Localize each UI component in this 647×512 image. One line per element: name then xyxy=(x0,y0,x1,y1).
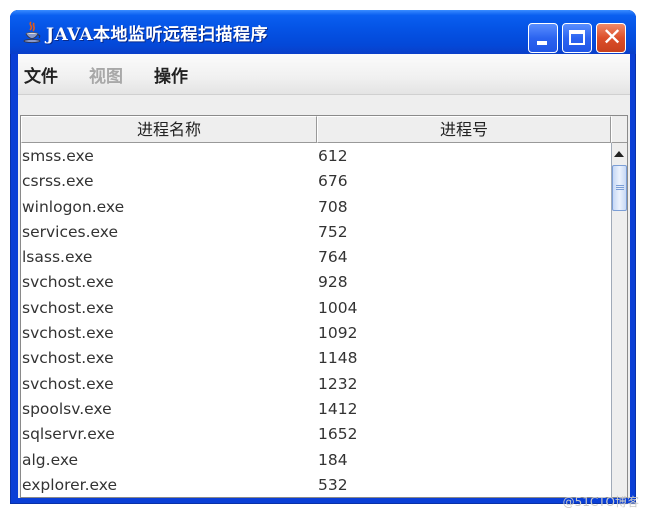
pid-cell[interactable]: 708 xyxy=(317,195,611,220)
table-row[interactable]: svchost.exe 1148 xyxy=(21,346,611,371)
process-name-cell[interactable]: lsass.exe xyxy=(21,245,317,270)
scroll-thumb[interactable] xyxy=(612,165,627,211)
watermark: @51CTO博客 xyxy=(562,495,639,509)
pid-cell[interactable]: 1148 xyxy=(317,346,611,371)
table-row[interactable]: svchost.exe 1092 xyxy=(21,321,611,346)
process-name-cell[interactable]: csrss.exe xyxy=(21,169,317,194)
close-button[interactable]: ✕ xyxy=(596,23,626,53)
table-header: 进程名称 进程号 xyxy=(21,116,611,144)
table-row[interactable]: svchost.exe 1232 xyxy=(21,372,611,397)
maximize-button[interactable] xyxy=(562,23,592,53)
table-row[interactable]: explorer.exe 532 xyxy=(21,473,611,498)
vertical-scrollbar[interactable] xyxy=(611,143,627,497)
minimize-button[interactable] xyxy=(528,23,558,53)
process-name-cell[interactable]: services.exe xyxy=(21,220,317,245)
pid-cell[interactable]: 1232 xyxy=(317,372,611,397)
menu-operation[interactable]: 操作 xyxy=(154,62,188,87)
menu-bar: 文件 视图 操作 xyxy=(18,54,630,94)
grip-line xyxy=(616,185,624,186)
app-window: JAVA本地监听远程扫描程序 ✕ 文件 视图 操作 进程名称 进程号 smss.… xyxy=(10,10,636,504)
table-row[interactable]: lsass.exe 764 xyxy=(21,245,611,270)
pid-cell[interactable]: 928 xyxy=(317,270,611,295)
pid-cell[interactable]: 1004 xyxy=(317,296,611,321)
maximize-icon xyxy=(569,30,585,45)
client-area: 文件 视图 操作 进程名称 进程号 smss.exe 612 csrss.exe 67… xyxy=(18,54,630,498)
pid-cell[interactable]: 184 xyxy=(317,448,611,473)
title-bar[interactable]: JAVA本地监听远程扫描程序 ✕ xyxy=(10,10,636,54)
pid-cell[interactable]: 612 xyxy=(317,144,611,169)
close-icon: ✕ xyxy=(601,23,623,51)
grip-line xyxy=(616,189,624,190)
pid-cell[interactable]: 1652 xyxy=(317,422,611,447)
process-name-cell[interactable]: explorer.exe xyxy=(21,473,317,498)
menu-file[interactable]: 文件 xyxy=(24,62,58,87)
process-name-cell[interactable]: sqlservr.exe xyxy=(21,422,317,447)
table-row[interactable]: spoolsv.exe 1412 xyxy=(21,397,611,422)
column-header-process-name[interactable]: 进程名称 xyxy=(21,116,317,143)
table-row[interactable]: sqlservr.exe 1652 xyxy=(21,422,611,447)
table-body: smss.exe 612 csrss.exe 676 winlogon.exe 708 se… xyxy=(21,144,611,498)
process-name-cell[interactable]: svchost.exe xyxy=(21,296,317,321)
process-table: 进程名称 进程号 smss.exe 612 csrss.exe 676 winlogon… xyxy=(20,115,628,498)
pid-cell[interactable]: 764 xyxy=(317,245,611,270)
java-coffee-cup-icon xyxy=(23,21,41,43)
process-name-cell[interactable]: spoolsv.exe xyxy=(21,397,317,422)
grip-line xyxy=(616,187,624,188)
table-row[interactable]: services.exe 752 xyxy=(21,220,611,245)
table-row[interactable]: svchost.exe 928 xyxy=(21,270,611,295)
process-name-cell[interactable]: alg.exe xyxy=(21,448,317,473)
pid-cell[interactable]: 1412 xyxy=(317,397,611,422)
process-name-cell[interactable]: svchost.exe xyxy=(21,270,317,295)
table-row[interactable]: svchost.exe 1004 xyxy=(21,296,611,321)
pid-cell[interactable]: 1092 xyxy=(317,321,611,346)
minimize-icon xyxy=(537,41,547,45)
process-name-cell[interactable]: svchost.exe xyxy=(21,321,317,346)
window-title: JAVA本地监听远程扫描程序 xyxy=(46,25,269,45)
column-header-pid[interactable]: 进程号 xyxy=(317,116,611,143)
process-name-cell[interactable]: smss.exe xyxy=(21,144,317,169)
table-row[interactable]: alg.exe 184 xyxy=(21,448,611,473)
pid-cell[interactable]: 752 xyxy=(317,220,611,245)
header-corner xyxy=(611,116,627,143)
pid-cell[interactable]: 676 xyxy=(317,169,611,194)
process-name-cell[interactable]: svchost.exe xyxy=(21,372,317,397)
table-row[interactable]: winlogon.exe 708 xyxy=(21,195,611,220)
arrow-up-icon xyxy=(614,151,624,157)
scroll-up-button[interactable] xyxy=(612,143,627,163)
menu-view: 视图 xyxy=(89,67,123,87)
table-row[interactable]: smss.exe 612 xyxy=(21,144,611,169)
process-name-cell[interactable]: winlogon.exe xyxy=(21,195,317,220)
toolbar-strip xyxy=(18,94,630,115)
process-name-cell[interactable]: svchost.exe xyxy=(21,346,317,371)
table-row[interactable]: csrss.exe 676 xyxy=(21,169,611,194)
